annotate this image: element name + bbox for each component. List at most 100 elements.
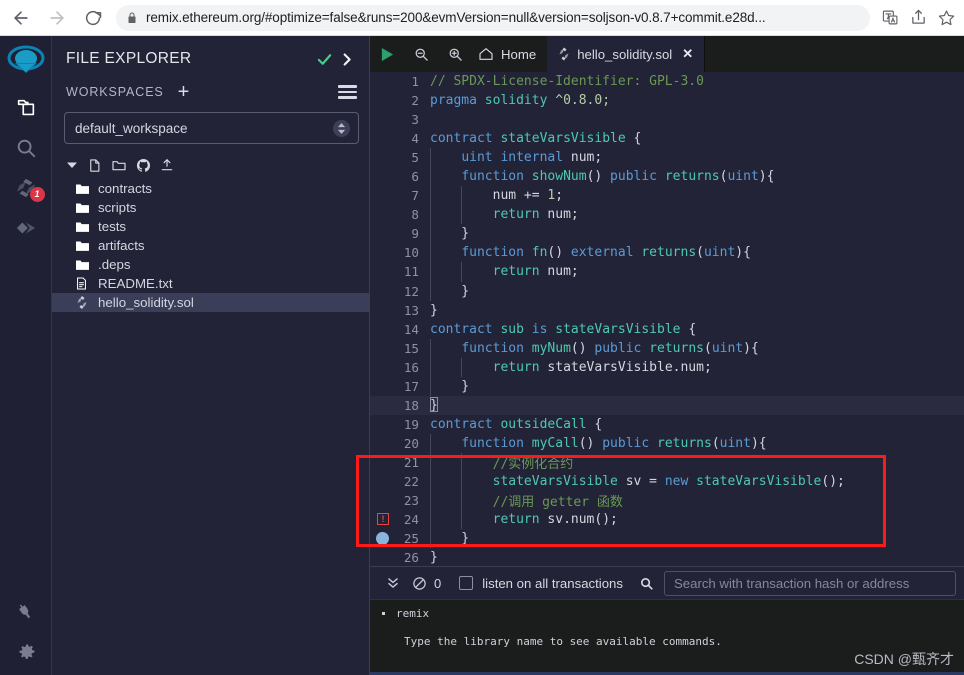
address-bar[interactable]: remix.ethereum.org/#optimize=false&runs=…	[116, 4, 870, 31]
code-line[interactable]: 5 uint internal num;	[370, 148, 964, 168]
code-line[interactable]: 3	[370, 110, 964, 129]
tree-item-tests[interactable]: tests	[52, 217, 369, 236]
indent-guide	[430, 491, 431, 511]
line-number: 14	[403, 321, 419, 337]
terminal-log-body: Type the library name to see available c…	[404, 635, 722, 648]
line-text: return num;	[492, 264, 579, 280]
code-line[interactable]: 1 // SPDX-License-Identifier: GPL-3.0	[370, 72, 964, 91]
sidebar-item-search[interactable]	[0, 128, 52, 168]
code-line[interactable]: 14 contract sub is stateVarsVisible {	[370, 320, 964, 339]
terminal-log[interactable]: remix Type the library name to see avail…	[370, 600, 964, 675]
code-line[interactable]: 4 contract stateVarsVisible {	[370, 129, 964, 148]
indent-guide	[430, 262, 431, 282]
new-folder-icon[interactable]	[111, 157, 127, 173]
tree-item-readme[interactable]: README.txt	[52, 274, 369, 293]
code-line[interactable]: 19 contract outsideCall {	[370, 415, 964, 434]
code-line[interactable]: 12 }	[370, 281, 964, 301]
sidebar-item-settings[interactable]	[0, 631, 52, 671]
tree-item-label: tests	[98, 219, 127, 234]
code-line[interactable]: 8 return num;	[370, 205, 964, 225]
code-line[interactable]: 21 //实例化合约	[370, 452, 964, 472]
line-number: 20	[403, 435, 419, 451]
zoom-in-icon[interactable]	[438, 36, 472, 72]
code-line[interactable]: 2 pragma solidity ^0.8.0;	[370, 91, 964, 110]
translate-icon[interactable]	[878, 6, 902, 30]
code-line[interactable]: ! 24 return sv.num();	[370, 510, 964, 530]
code-line[interactable]: 10 function fn() external returns(uint){	[370, 243, 964, 263]
search-icon[interactable]	[639, 576, 654, 591]
code-line[interactable]: 22 stateVarsVisible sv = new stateVarsVi…	[370, 471, 964, 492]
new-file-icon[interactable]	[87, 158, 102, 173]
code-editor[interactable]: 1 // SPDX-License-Identifier: GPL-3.0 2 pra…	[370, 72, 964, 566]
code-line[interactable]: 11 return num;	[370, 262, 964, 282]
add-workspace-button[interactable]: +	[178, 82, 190, 102]
no-entry-icon[interactable]	[406, 576, 432, 591]
code-line[interactable]: 26}	[370, 548, 964, 566]
back-button[interactable]	[6, 3, 36, 33]
chevron-right-icon[interactable]	[335, 52, 357, 67]
url-text: remix.ethereum.org/#optimize=false&runs=…	[146, 10, 766, 25]
line-number: 26	[403, 550, 419, 566]
browser-toolbar: remix.ethereum.org/#optimize=false&runs=…	[0, 0, 964, 36]
listen-on-all-transactions-checkbox[interactable]	[459, 576, 474, 590]
hamburger-menu-icon[interactable]	[338, 85, 357, 99]
code-line[interactable]: 20 function myCall() public returns(uint…	[370, 433, 964, 453]
line-number: 18	[403, 397, 419, 413]
folder-icon	[76, 259, 96, 271]
folder-icon	[76, 240, 96, 252]
tree-item-hello-solidity[interactable]: hello_solidity.sol	[52, 293, 369, 312]
sidebar-item-solidity-compiler[interactable]: 1	[0, 168, 52, 208]
star-icon[interactable]	[934, 6, 958, 30]
line-text: }	[430, 378, 470, 394]
code-line[interactable]: 15 function myNum() public returns(uint)…	[370, 338, 964, 358]
text-cursor	[429, 396, 438, 412]
code-line[interactable]: 17 }	[370, 376, 964, 396]
line-number: 11	[403, 264, 419, 280]
sidebar-item-plugin-manager[interactable]	[0, 591, 52, 631]
tab-home[interactable]: Home	[472, 36, 547, 72]
transaction-search-input[interactable]	[663, 570, 956, 596]
omnibox-actions	[878, 6, 964, 30]
workspace-select[interactable]: default_workspace	[64, 112, 359, 144]
code-line[interactable]: 23 //调用 getter 函数	[370, 491, 964, 511]
code-line[interactable]: 16 return stateVarsVisible.num;	[370, 357, 964, 377]
sidebar-item-deploy-run[interactable]	[0, 208, 52, 248]
run-play-icon[interactable]	[370, 36, 404, 72]
bullet-icon	[382, 612, 385, 615]
line-text: num += 1;	[430, 188, 564, 204]
close-icon[interactable]: ✕	[682, 46, 693, 62]
remix-logo-icon[interactable]	[6, 42, 46, 82]
terminal-panel: 0 listen on all transactions remix Type …	[370, 566, 964, 675]
github-icon[interactable]	[136, 158, 151, 173]
line-text: //调用 getter 函数	[430, 495, 623, 511]
line-number: 9	[411, 226, 419, 242]
indent-guide	[461, 452, 463, 472]
code-line[interactable]: 18}	[370, 395, 964, 415]
error-marker-icon[interactable]: !	[377, 513, 389, 526]
code-line[interactable]: 6 function showNum() public returns(uint…	[370, 167, 964, 187]
indent-guide	[461, 186, 463, 206]
line-text: }	[430, 302, 438, 318]
code-line[interactable]: 9 }	[370, 224, 964, 244]
check-icon[interactable]	[313, 51, 335, 68]
tree-item-artifacts[interactable]: artifacts	[52, 236, 369, 255]
collapse-chevron-icon[interactable]	[66, 159, 78, 171]
double-chevron-down-icon[interactable]	[380, 576, 406, 590]
tab-hello-solidity[interactable]: hello_solidity.sol ✕	[547, 36, 706, 72]
share-icon[interactable]	[906, 6, 930, 30]
zoom-out-icon[interactable]	[404, 36, 438, 72]
tree-item-contracts[interactable]: contracts	[52, 179, 369, 198]
code-line[interactable]: 25 }	[370, 529, 964, 549]
tree-item-scripts[interactable]: scripts	[52, 198, 369, 217]
upload-icon[interactable]	[160, 158, 174, 172]
transaction-count: 0	[434, 575, 442, 591]
tree-item-deps[interactable]: .deps	[52, 255, 369, 274]
code-line[interactable]: 7 num += 1;	[370, 186, 964, 206]
indent-guide	[430, 205, 431, 225]
code-line[interactable]: 13}	[370, 301, 964, 320]
reload-button[interactable]	[78, 3, 108, 33]
line-number: 16	[403, 359, 419, 375]
indent-guide	[430, 510, 431, 530]
sidebar-item-file-explorer[interactable]	[0, 88, 52, 128]
forward-button[interactable]	[42, 3, 72, 33]
